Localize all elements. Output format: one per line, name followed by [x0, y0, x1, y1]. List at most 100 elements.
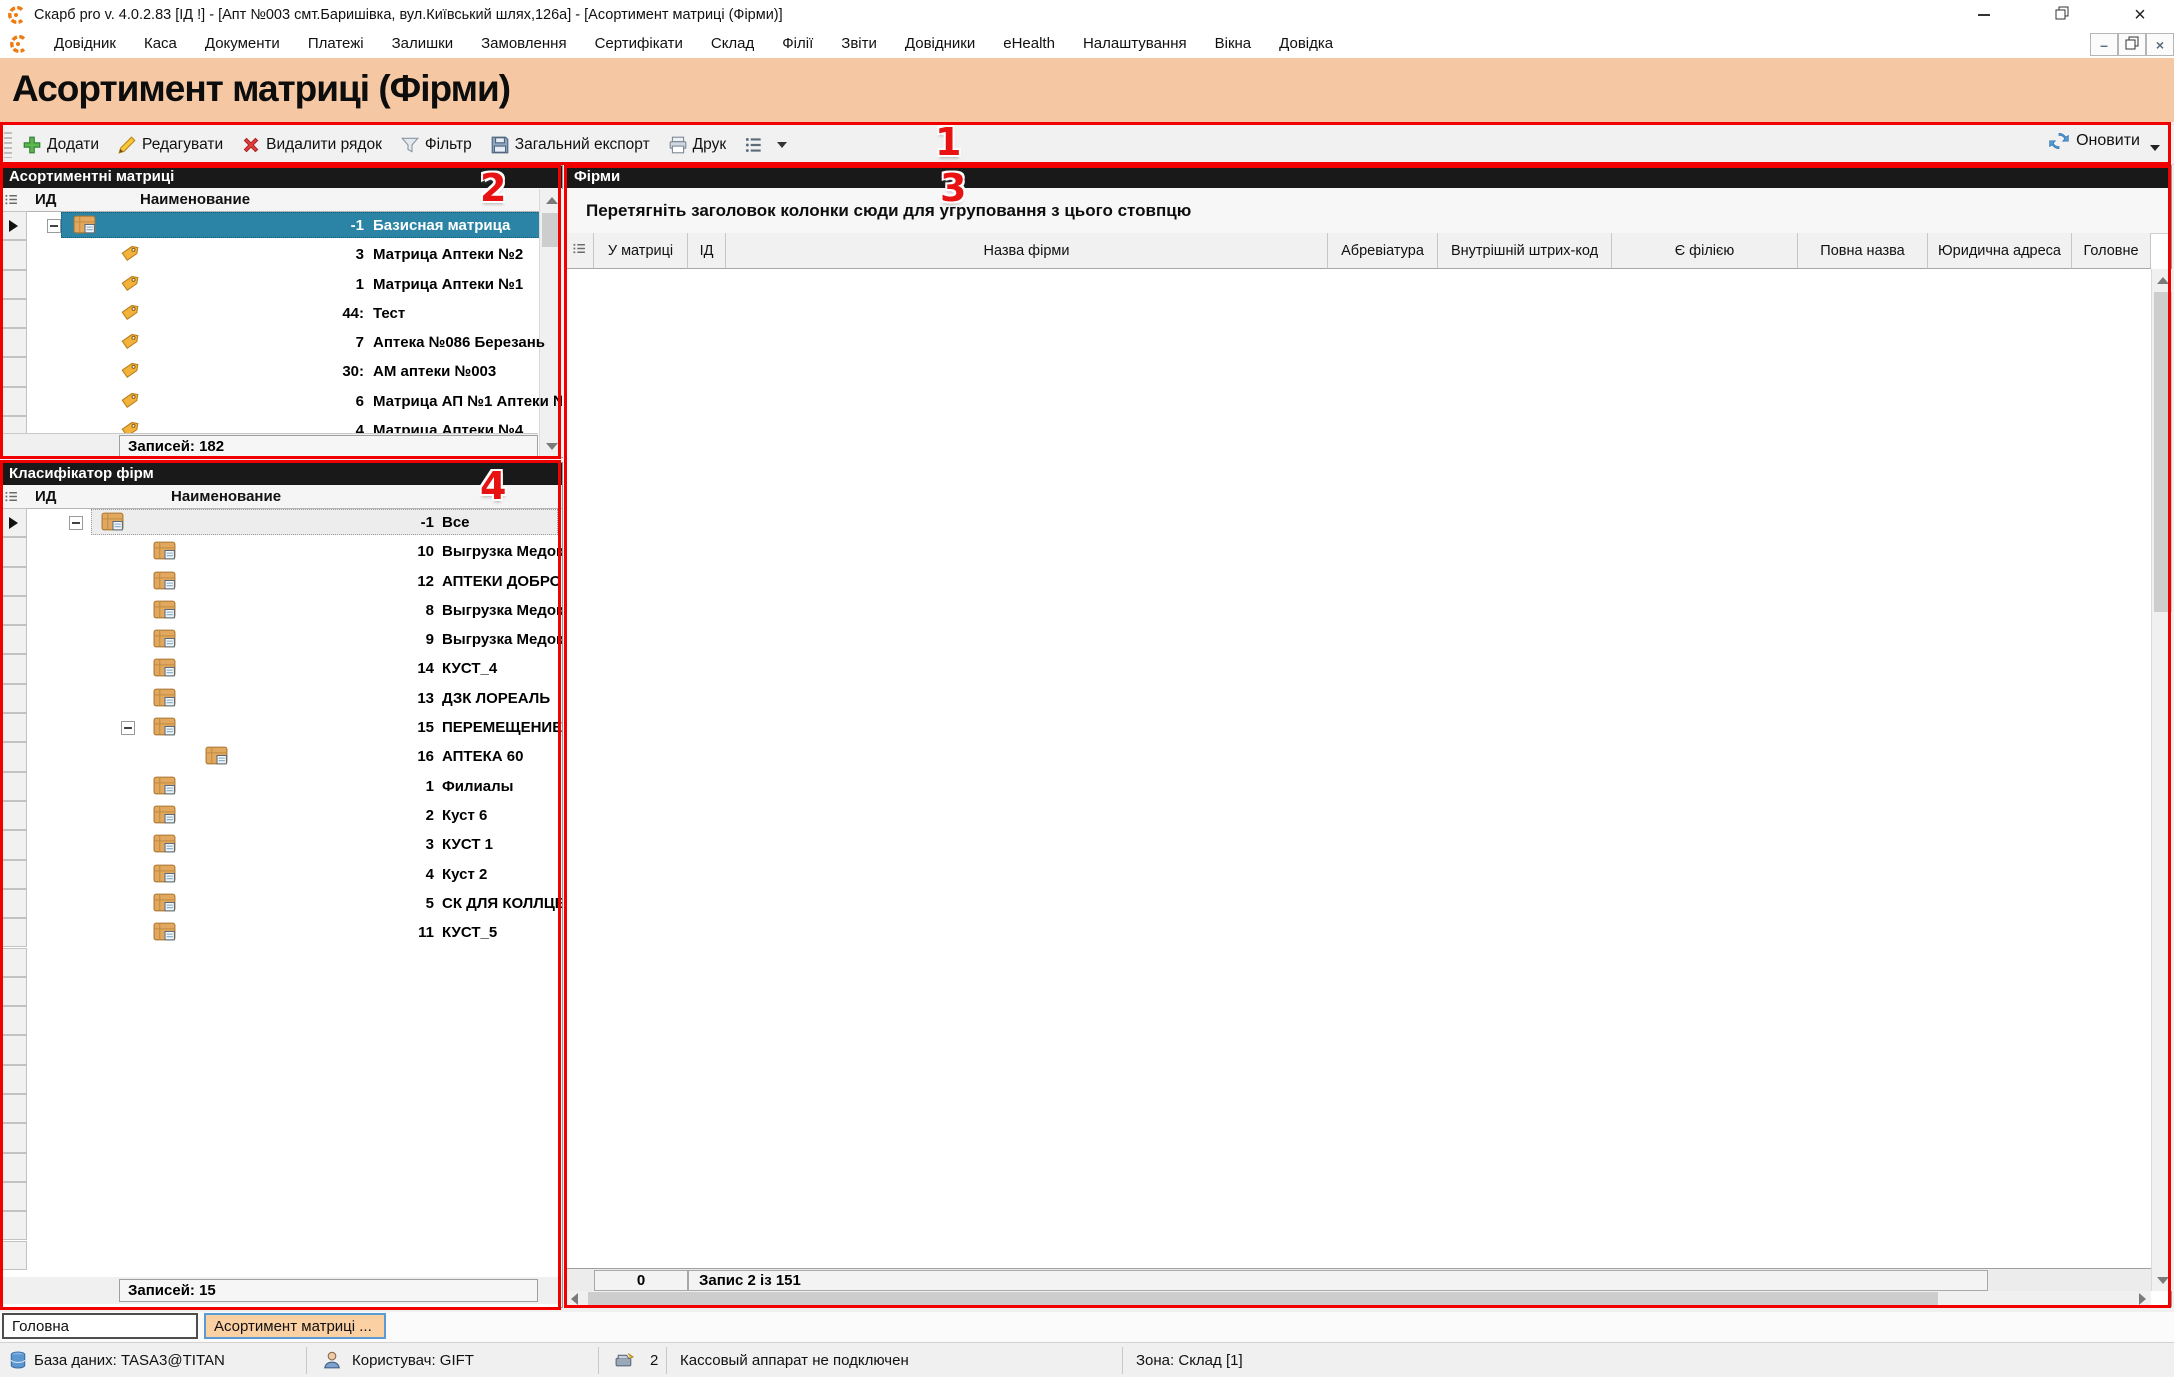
collapse-toggle[interactable] — [47, 219, 61, 233]
arrow-left-icon[interactable] — [571, 1293, 578, 1305]
refresh-button[interactable]: Оновити — [2048, 130, 2160, 152]
tree-item-8[interactable]: 8Выгрузка Медок 1 группа — [1, 596, 562, 625]
column-header-Юридична адреса[interactable]: Юридична адреса — [1928, 233, 2072, 269]
mdi-restore-button[interactable] — [2118, 33, 2146, 56]
row-selector[interactable] — [1, 684, 27, 713]
tree-item-30:[interactable]: 30:АМ аптеки №003 — [1, 357, 562, 386]
tree-item-1[interactable]: 1Матрица Аптеки №1 — [1, 270, 562, 299]
view-options-button[interactable] — [740, 132, 791, 158]
tree-item-14[interactable]: 14КУСТ_4 — [1, 654, 562, 683]
row-selector[interactable] — [1, 801, 27, 830]
mdi-minimize-button[interactable]: – — [2090, 33, 2118, 56]
tree-item-16[interactable]: 16АПТЕКА 60 — [1, 742, 562, 771]
menu-item-Налаштування[interactable]: Налаштування — [1069, 30, 1201, 58]
row-selector[interactable] — [1, 328, 27, 357]
row-selector[interactable] — [1, 1153, 27, 1182]
scroll-thumb[interactable] — [542, 213, 561, 247]
Додати-button[interactable]: Додати — [18, 132, 103, 158]
column-id[interactable]: ИД — [35, 188, 56, 211]
Фільтр-button[interactable]: Фільтр — [396, 132, 476, 158]
tree-item-10[interactable]: 10Выгрузка Медок ВСЕ АПТЕКИ — [1, 537, 562, 566]
tree-item-1[interactable]: 1Филиалы — [1, 772, 562, 801]
row-selector[interactable] — [1, 1241, 27, 1270]
tree-item-5[interactable]: 5СК ДЛЯ КОЛЛЦЕНТРА — [1, 889, 562, 918]
row-selector[interactable] — [1, 742, 27, 771]
row-selector[interactable] — [1, 772, 27, 801]
menu-item-Вікна[interactable]: Вікна — [1201, 30, 1266, 58]
row-selector[interactable] — [1, 508, 27, 537]
menu-item-Сертифікати[interactable]: Сертифікати — [581, 30, 697, 58]
menu-item-Залишки[interactable]: Залишки — [378, 30, 468, 58]
close-button[interactable]: × — [2118, 0, 2162, 30]
row-selector[interactable] — [1, 1123, 27, 1152]
tab-Головна[interactable]: Головна — [2, 1313, 198, 1339]
tree-item-12[interactable]: 12АПТЕКИ ДОБРОБУТ — [1, 567, 562, 596]
row-selector[interactable] — [1, 1006, 27, 1035]
tree-item-7[interactable]: 7Аптека №086 Березань — [1, 328, 562, 357]
row-selector[interactable] — [1, 1211, 27, 1240]
row-selector[interactable] — [1, 270, 27, 299]
group-by-area[interactable]: Перетягніть заголовок колонки сюди для у… — [566, 188, 2171, 234]
menu-item-Склад[interactable]: Склад — [697, 30, 768, 58]
Видалити рядок-button[interactable]: Видалити рядок — [237, 132, 386, 158]
row-selector[interactable] — [1, 918, 27, 947]
menu-item-eHealth[interactable]: eHealth — [989, 30, 1069, 58]
row-selector[interactable] — [1, 240, 27, 269]
tree-item-4[interactable]: 4Куст 2 — [1, 860, 562, 889]
tab-Асортимент матриці ...[interactable]: Асортимент матриці ... — [204, 1313, 386, 1339]
column-header-Внутрішній штрих-код[interactable]: Внутрішній штрих-код — [1438, 233, 1612, 269]
row-selector[interactable] — [1, 596, 27, 625]
column-name[interactable]: Наименование — [171, 485, 281, 508]
tree-item-44:[interactable]: 44:Тест — [1, 299, 562, 328]
scroll-up-button[interactable] — [540, 189, 563, 211]
grid-menu-icon[interactable] — [573, 242, 586, 259]
classifier-column-header[interactable]: ИД Наименование — [1, 485, 562, 509]
row-selector[interactable] — [1, 387, 27, 416]
column-header-ІД[interactable]: ІД — [688, 233, 726, 269]
menu-item-Документи[interactable]: Документи — [191, 30, 294, 58]
grid-menu-icon[interactable] — [5, 490, 18, 503]
toolbar-grip[interactable] — [4, 132, 12, 158]
matrix-column-header[interactable]: ИД Наименование — [1, 188, 562, 212]
row-selector[interactable] — [1, 860, 27, 889]
scroll-thumb[interactable] — [588, 1292, 1938, 1306]
menu-item-Довідка[interactable]: Довідка — [1265, 30, 1347, 58]
scroll-up-button[interactable] — [2152, 269, 2174, 291]
Загальний експорт-button[interactable]: Загальний експорт — [486, 132, 654, 158]
row-selector[interactable] — [1, 537, 27, 566]
menu-item-Довідники[interactable]: Довідники — [891, 30, 989, 58]
firms-vertical-scrollbar[interactable] — [2151, 269, 2174, 1291]
row-selector[interactable] — [1, 830, 27, 859]
matrix-vertical-scrollbar[interactable] — [539, 189, 563, 457]
Друк-button[interactable]: Друк — [664, 132, 730, 158]
row-selector[interactable] — [1, 654, 27, 683]
grid-menu-icon[interactable] — [5, 193, 18, 206]
row-selector[interactable] — [1, 713, 27, 742]
column-id[interactable]: ИД — [35, 485, 56, 508]
row-selector[interactable] — [1, 1065, 27, 1094]
tree-item--1[interactable]: -1Базисная матрица — [1, 211, 562, 240]
row-selector[interactable] — [1, 1182, 27, 1211]
restore-button[interactable] — [2040, 0, 2084, 30]
row-selector[interactable] — [1, 625, 27, 654]
minimize-button[interactable] — [1962, 0, 2006, 30]
row-selector[interactable] — [1, 211, 27, 240]
column-header-Абревіатура[interactable]: Абревіатура — [1328, 233, 1438, 269]
row-selector[interactable] — [1, 1094, 27, 1123]
scroll-thumb[interactable] — [2154, 292, 2172, 612]
tree-item--1[interactable]: -1Все — [1, 508, 562, 537]
column-header-Є філією[interactable]: Є філією — [1612, 233, 1798, 269]
row-selector[interactable] — [1, 416, 27, 433]
row-selector[interactable] — [1, 567, 27, 596]
scroll-down-button[interactable] — [2152, 1269, 2174, 1291]
menu-item-Філії[interactable]: Філії — [768, 30, 827, 58]
Редагувати-button[interactable]: Редагувати — [113, 132, 227, 158]
column-header-Головне[interactable]: Головне — [2072, 233, 2151, 269]
tree-item-13[interactable]: 13ДЗК ЛОРЕАЛЬ — [1, 684, 562, 713]
row-selector[interactable] — [1, 889, 27, 918]
tree-item-6[interactable]: 6Матрица АП №1 Аптеки №1 — [1, 387, 562, 416]
tree-item-11[interactable]: 11КУСТ_5 — [1, 918, 562, 947]
column-header-Назва фірми[interactable]: Назва фірми — [726, 233, 1328, 269]
row-selector[interactable] — [1, 1035, 27, 1064]
mdi-close-button[interactable]: × — [2146, 33, 2174, 56]
